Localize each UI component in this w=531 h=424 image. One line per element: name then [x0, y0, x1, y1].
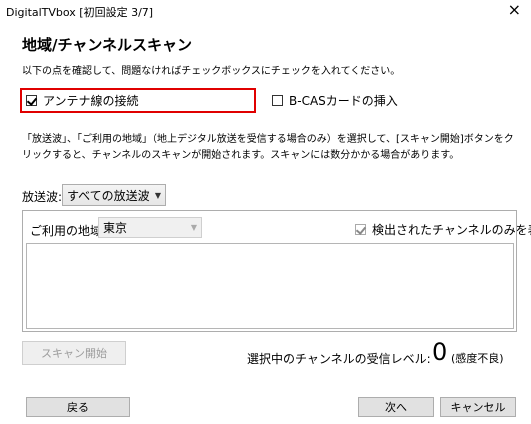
bcas-checkbox-row[interactable]: B-CASカードの挿入 [272, 92, 398, 109]
detected-only-label: 検出されたチャンネルのみを表示 [372, 223, 531, 237]
antenna-checkbox-row[interactable]: アンテナ線の接続 [26, 92, 139, 109]
signal-status: (感度不良) [451, 352, 504, 365]
broadcast-label: 放送波: [22, 190, 63, 204]
bcas-checkbox-label: B-CASカードの挿入 [289, 94, 398, 108]
antenna-checkbox[interactable] [26, 95, 37, 106]
window-title: DigitalTVbox [初回設定 3/7] [6, 6, 154, 19]
channel-list[interactable] [26, 243, 514, 329]
region-label: ご利用の地域: [30, 224, 107, 238]
signal-level-label: 選択中のチャンネルの受信レベル: [247, 352, 431, 366]
region-select-value: 東京 [103, 221, 128, 235]
region-select: 東京 ▼ [98, 217, 202, 238]
chevron-down-icon: ▼ [154, 190, 161, 200]
next-button[interactable]: 次へ [358, 397, 434, 417]
bcas-checkbox[interactable] [272, 95, 283, 106]
broadcast-select-value: すべての放送波 [67, 188, 150, 203]
detected-only-checkbox-row: 検出されたチャンネルのみを表示 [355, 221, 531, 238]
detected-only-checkbox [355, 224, 366, 235]
scan-description: 「放送波」、「ご利用の地域」（地上デジタル放送を受信する場合のみ）を選択して、[… [22, 134, 514, 161]
signal-level-value: 0 [432, 338, 448, 366]
instruction-text: 以下の点を確認して、問題なければチェックボックスにチェックを入れてください。 [22, 66, 401, 77]
scan-start-button: スキャン開始 [22, 341, 126, 365]
title-bar: DigitalTVbox [初回設定 3/7] × [0, 0, 531, 22]
broadcast-select[interactable]: すべての放送波 ▼ [62, 184, 166, 206]
page-title: 地域/チャンネルスキャン [22, 36, 193, 54]
antenna-checkbox-label: アンテナ線の接続 [43, 94, 139, 108]
cancel-button[interactable]: キャンセル [440, 397, 516, 417]
close-icon[interactable]: × [508, 2, 521, 18]
back-button[interactable]: 戻る [26, 397, 130, 417]
chevron-down-icon: ▼ [190, 223, 197, 232]
